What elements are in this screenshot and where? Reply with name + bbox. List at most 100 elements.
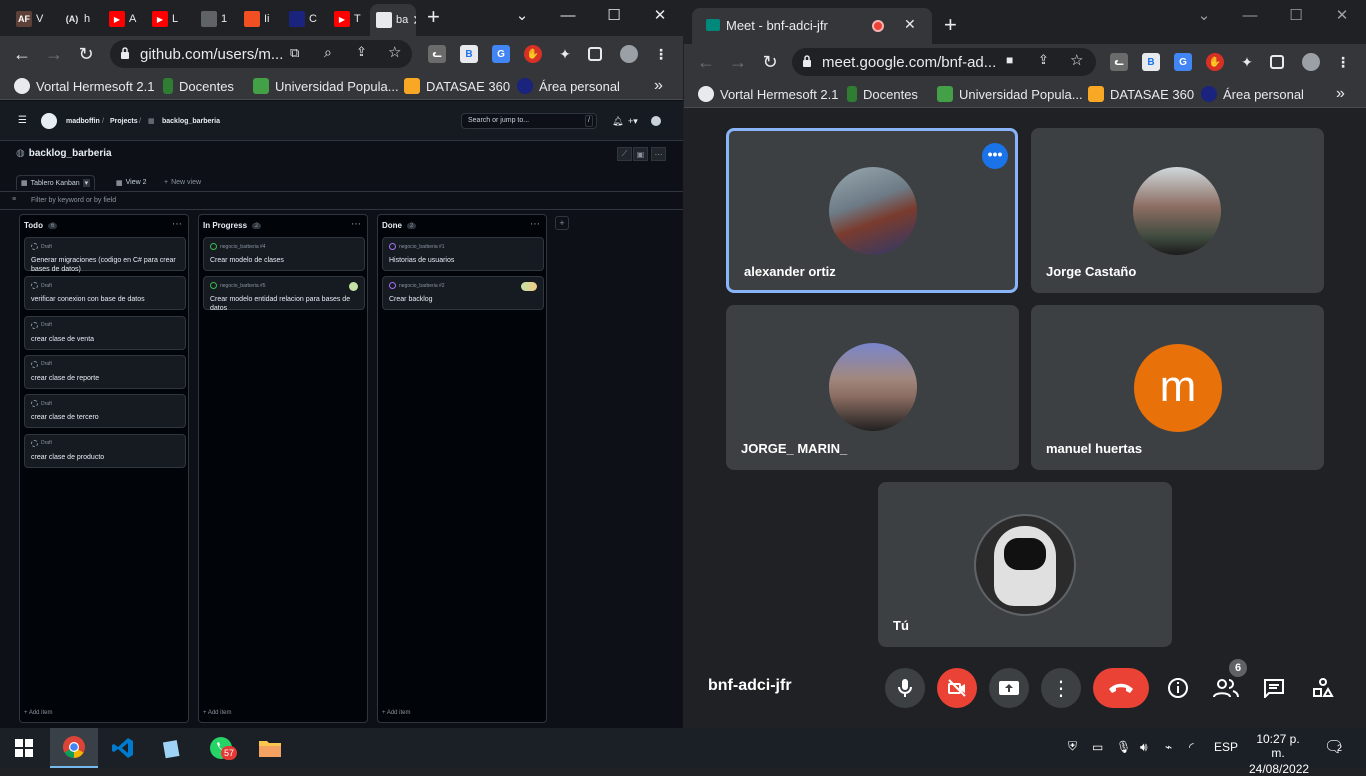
cat-extension-icon[interactable]: ᓚ	[1110, 53, 1128, 71]
browser-tab[interactable]: ba✕	[370, 4, 416, 36]
sidepanel-icon[interactable]	[588, 47, 602, 61]
chat-icon[interactable]	[1261, 676, 1287, 700]
sidepanel-icon[interactable]	[1270, 55, 1284, 69]
participant-tile-jorge-castano[interactable]: Jorge Castaño	[1031, 128, 1324, 293]
github-search[interactable]: Search or jump to... /	[461, 113, 597, 129]
bookmark-docentes[interactable]: Docentes	[847, 85, 918, 103]
card-title[interactable]: Historias de usuarios	[389, 256, 537, 265]
volume-icon[interactable]: 🔊︎	[1140, 740, 1148, 755]
bell-icon[interactable]: 🔔︎	[612, 116, 623, 127]
back-icon[interactable]: ←	[10, 42, 34, 66]
language-indicator[interactable]: ESP	[1214, 740, 1238, 754]
card-title[interactable]: Crear backlog	[389, 295, 537, 304]
notepad-taskbar-button[interactable]	[148, 728, 196, 768]
address-bar[interactable]: meet.google.com/bnf-ad... ■ ⇪ ☆	[792, 48, 1096, 76]
more-options-icon[interactable]: •••	[982, 143, 1008, 169]
mic-tray-icon[interactable]: 🎙︎	[1116, 740, 1131, 754]
chrome-taskbar-button[interactable]	[50, 728, 98, 768]
close-window-button[interactable]: ✕	[1319, 0, 1365, 30]
translate-icon[interactable]: ⧉	[290, 45, 299, 61]
tab-search-icon[interactable]: ⌄	[499, 0, 545, 30]
vscode-taskbar-button[interactable]	[99, 728, 147, 768]
bookmark-area-personal[interactable]: Área personal	[1201, 85, 1304, 103]
breadcrumb-project[interactable]: backlog_barberia	[162, 118, 220, 125]
zoom-icon[interactable]: ⌕	[324, 44, 332, 61]
card-title[interactable]: crear clase de venta	[31, 335, 179, 344]
board-card[interactable]: Draft crear clase de tercero	[24, 394, 186, 429]
bookmark-star-icon[interactable]: ☆	[388, 43, 401, 61]
browser-tab[interactable]: AF V	[10, 6, 50, 32]
address-bar[interactable]: github.com/users/m... ⧉ ⌕ ⇪ ☆	[110, 40, 412, 68]
start-button[interactable]	[0, 728, 48, 768]
breadcrumb-user[interactable]: madboffin	[66, 118, 100, 125]
browser-tab[interactable]: ▶ A	[103, 6, 143, 32]
column-menu-icon[interactable]: ⋯	[530, 219, 540, 230]
cat-extension-icon[interactable]: ᓚ	[428, 45, 446, 63]
board-card[interactable]: negocio_barberia #1 Historias de usuarios	[382, 237, 544, 271]
maximize-button[interactable]: ☐	[591, 0, 637, 30]
participant-tile-manuel[interactable]: m manuel huertas	[1031, 305, 1324, 470]
close-tab-icon[interactable]: ✕	[412, 12, 416, 29]
puzzle-icon[interactable]: ✦	[556, 45, 574, 63]
layout-icon[interactable]: ▣	[633, 147, 648, 161]
info-icon[interactable]	[1165, 676, 1191, 700]
file-explorer-taskbar-button[interactable]	[246, 728, 294, 768]
forward-icon[interactable]: →	[42, 42, 66, 66]
chevron-down-icon[interactable]: ▾	[82, 179, 91, 187]
tab-meet[interactable]: Meet - bnf-adci-jfr ✕	[692, 8, 932, 44]
card-title[interactable]: verificar conexion con base de datos	[31, 295, 179, 304]
close-window-button[interactable]: ✕	[637, 0, 683, 30]
mic-button[interactable]	[885, 668, 925, 708]
add-item-button[interactable]: + Add item	[382, 710, 411, 716]
bookmark-star-icon[interactable]: ☆	[1070, 51, 1083, 69]
new-tab-button[interactable]: +	[944, 14, 957, 36]
tab-search-icon[interactable]: ⌄	[1181, 0, 1227, 30]
board-card[interactable]: Draft crear clase de reporte	[24, 354, 186, 389]
menu-icon[interactable]: ⋮	[1334, 53, 1352, 71]
translate-extension-icon[interactable]: G	[1174, 53, 1192, 71]
bookmark-vortal[interactable]: Vortal Hermesoft 2.1	[698, 85, 839, 103]
card-title[interactable]: crear clase de reporte	[31, 374, 179, 383]
b-extension-icon[interactable]: B	[1142, 53, 1160, 71]
stop-extension-icon[interactable]: ✋	[1206, 53, 1224, 71]
reload-icon[interactable]: ↻	[758, 50, 782, 74]
more-bookmarks[interactable]: »	[1336, 85, 1345, 103]
browser-tab[interactable]: ▶ L	[146, 6, 186, 32]
bookmark-area-personal[interactable]: Área personal	[517, 77, 620, 95]
present-button[interactable]	[989, 668, 1029, 708]
browser-tab[interactable]: ▶ T	[328, 6, 368, 32]
participant-tile-jorge-marin[interactable]: JORGE_ MARIN_	[726, 305, 1019, 470]
column-menu-icon[interactable]: ⋯	[172, 219, 182, 230]
board-card[interactable]: negocio_barberia #4 Crear modelo de clase…	[203, 237, 365, 271]
activities-icon[interactable]	[1310, 676, 1336, 700]
participant-tile-self[interactable]: Tú	[878, 482, 1172, 647]
browser-tab[interactable]: C	[283, 6, 323, 32]
participant-tile-alexander[interactable]: ••• alexander ortiz	[726, 128, 1018, 293]
board-card[interactable]: Draft verificar conexion con base de dato…	[24, 276, 186, 311]
plus-icon[interactable]: +▾	[628, 116, 638, 127]
insights-icon[interactable]: ⟋	[617, 147, 632, 161]
breadcrumb-projects[interactable]: Projects	[110, 118, 138, 125]
column-menu-icon[interactable]: ⋯	[351, 219, 361, 230]
card-title[interactable]: Generar migraciones (codigo en C# para c…	[31, 256, 179, 274]
user-avatar[interactable]	[651, 116, 661, 126]
menu-icon[interactable]: ⋮	[652, 45, 670, 63]
back-icon[interactable]: ←	[694, 50, 718, 74]
browser-tab[interactable]: 1	[195, 6, 235, 32]
board-card[interactable]: Draft crear clase de venta	[24, 315, 186, 350]
tab-new-view[interactable]: + New view	[160, 175, 205, 190]
bookmark-universidad[interactable]: Universidad Popula...	[937, 85, 1083, 103]
more-bookmarks[interactable]: »	[654, 77, 663, 95]
profile-avatar[interactable]	[1302, 53, 1320, 71]
camera-icon[interactable]: ■	[1006, 53, 1013, 67]
tab-tablero-kanban[interactable]: ▦ Tablero Kanban ▾	[16, 175, 96, 190]
browser-tab[interactable]: (A) h	[58, 6, 98, 32]
clock[interactable]: 10:27 p. m. 24/08/2022	[1249, 732, 1309, 776]
new-tab-button[interactable]: +	[427, 6, 440, 28]
assignee-avatar[interactable]	[349, 282, 358, 292]
bookmark-datasae[interactable]: DATASAE 360	[404, 77, 510, 95]
translate-extension-icon[interactable]: G	[492, 45, 510, 63]
maximize-button[interactable]: ☐	[1273, 0, 1319, 30]
bookmark-docentes[interactable]: Docentes	[163, 77, 234, 95]
bookmark-datasae[interactable]: DATASAE 360	[1088, 85, 1194, 103]
